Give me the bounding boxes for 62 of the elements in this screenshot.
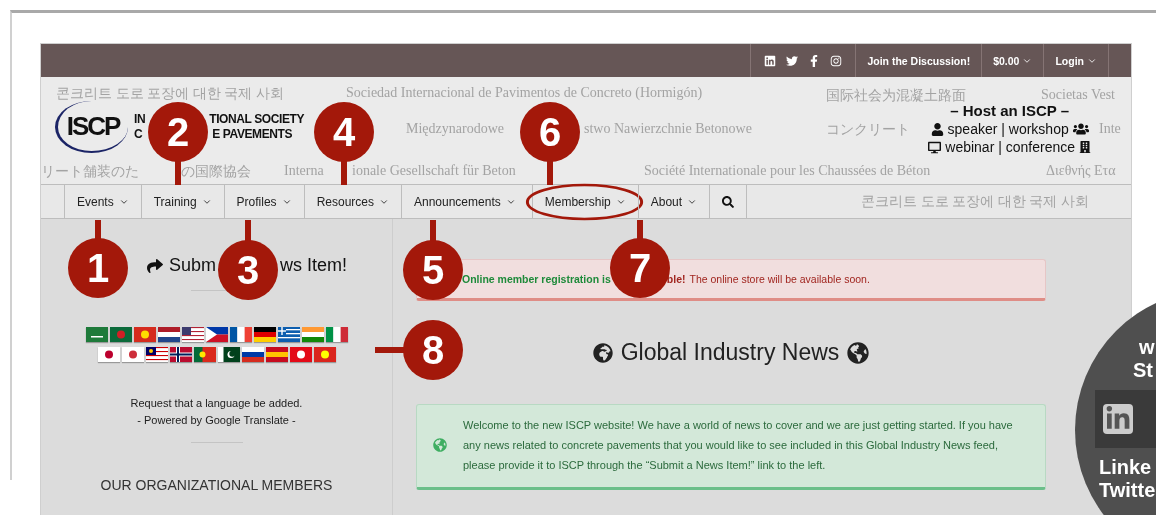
flag-icon[interactable] <box>193 347 216 362</box>
background-phrase: 콘크리트 도로 포장에 대한 국제 사회 <box>861 193 1089 211</box>
background-phrase: Międzynarodowe <box>406 121 504 137</box>
person-icon <box>930 122 944 136</box>
background-phrase: Société Internationale pour les Chaussées de Béton <box>644 163 931 179</box>
flag-icon[interactable] <box>169 347 192 362</box>
nav-item[interactable]: Announcements <box>402 185 528 218</box>
background-phrase: 国际社会为混凝土路面 <box>826 87 966 105</box>
logo-text: TIONAL SOCIETY <box>209 112 305 127</box>
background-phrase: リート舗装のた <box>41 163 139 181</box>
background-phrase: Sociedad Internacional de Pavimentos de Concreto (Hormigón) <box>346 85 703 101</box>
twitter-icon[interactable] <box>786 54 799 67</box>
powered-by-text: - Powered by Google Translate - <box>137 414 296 426</box>
section-heading: OUR ORGANIZATIONAL MEMBERS <box>100 477 333 493</box>
flag-icon[interactable] <box>277 327 300 342</box>
globe-icon <box>592 342 613 363</box>
logo-text: E PAVEMENTS <box>212 127 293 142</box>
welcome-text: Welcome to the new ISCP website! We have a world of news to cover and we are just getting started. If you have any news related to concrete pavements that you would like to see included in this Global Industry News feed, please provide it to ISCP through the “Submit a News Item!” link to the left. <box>463 418 1014 473</box>
linkedin-icon[interactable] <box>764 54 777 67</box>
nav-item[interactable]: Resources <box>304 185 401 218</box>
flag-icon[interactable] <box>205 327 228 342</box>
submit-news-link[interactable]: ws Item! <box>280 255 348 276</box>
background-phrase: Inte <box>1099 121 1121 137</box>
background-phrase: Διεθνής Ετα <box>1046 163 1116 179</box>
monitor-icon <box>928 140 942 154</box>
nav-item[interactable]: Training <box>141 185 224 218</box>
globe-icon <box>433 438 447 452</box>
nav-item[interactable]: Profiles <box>224 185 304 218</box>
background-phrase: コンクリート <box>826 121 910 139</box>
share-arrow-icon[interactable] <box>147 257 163 274</box>
background-phrase: 콘크리트 도로 포장에 대한 국제 사회 <box>56 85 284 103</box>
globe-icon <box>847 341 870 364</box>
logo-mark[interactable]: ISCP <box>55 101 128 153</box>
flag-icon[interactable] <box>181 327 204 342</box>
request-language-link[interactable]: Request that a language be added. <box>130 397 303 409</box>
nav-item[interactable]: Events <box>65 185 141 218</box>
background-phrase: ionale Gesellschaft für Beton <box>352 163 516 179</box>
section-title: Global Industry News <box>620 339 840 366</box>
host-link[interactable]: webinar | conference <box>945 139 1075 155</box>
nav-item[interactable]: About <box>638 185 710 218</box>
group-icon <box>1072 121 1089 137</box>
flag-icon[interactable] <box>253 327 276 342</box>
flag-icon[interactable] <box>145 347 168 362</box>
background-phrase: Societas Vest <box>1041 87 1115 103</box>
building-icon <box>1079 141 1091 153</box>
background-phrase: Interna <box>284 163 324 179</box>
flag-icon[interactable] <box>157 327 180 342</box>
flag-icon[interactable] <box>229 327 252 342</box>
submit-news-link[interactable]: Subm <box>169 255 217 276</box>
logo-text: C <box>134 127 143 142</box>
search-button[interactable] <box>709 185 748 218</box>
linkedin-icon <box>1103 404 1133 434</box>
background-phrase: stwo Nawierzchnie Betonowe <box>584 121 752 137</box>
flag-icon[interactable] <box>217 347 240 362</box>
background-phrase: の国際協会 <box>181 163 251 181</box>
host-title: – Host an ISCP – <box>950 102 1070 119</box>
flag-icon[interactable] <box>97 347 120 362</box>
logo-text: IN <box>134 112 146 127</box>
instagram-icon[interactable] <box>830 54 843 67</box>
host-link[interactable]: speaker | workshop <box>947 121 1069 137</box>
search-icon <box>722 195 735 208</box>
flag-icon[interactable] <box>241 347 264 362</box>
